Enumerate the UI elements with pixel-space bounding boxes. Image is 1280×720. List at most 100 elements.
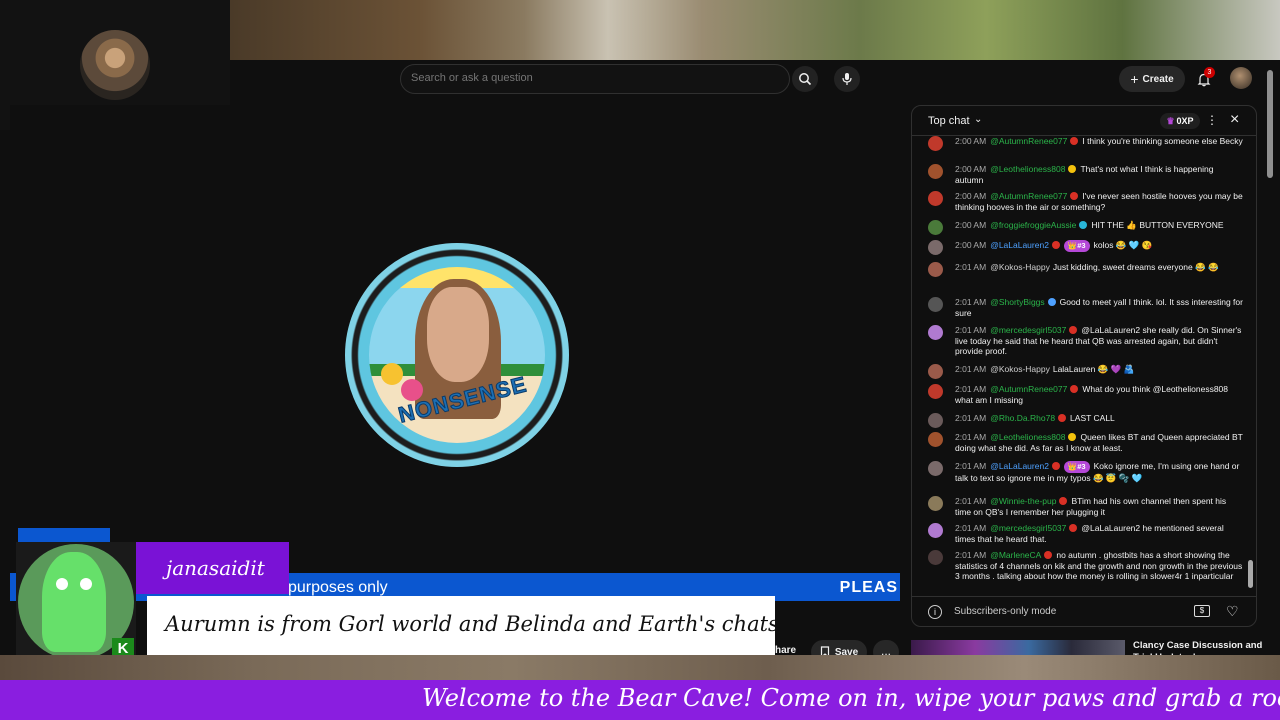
chat-message[interactable]: 2:00 AM @Leothelioness808 That's not what …	[928, 164, 1244, 185]
streamer-name-tag: janasaidit	[136, 542, 289, 594]
chat-timestamp: 2:01 AM	[955, 262, 987, 272]
chat-message[interactable]: 2:01 AM @MarleneCA no autumn . ghostbits h…	[928, 550, 1244, 582]
chat-timestamp: 2:01 AM	[955, 432, 987, 442]
chat-author-avatar[interactable]	[928, 136, 943, 151]
overlay-background-bottom	[0, 655, 1280, 680]
chat-message[interactable]: 2:00 AM @AutumnRenee077 I think you're thi…	[928, 136, 1244, 151]
chat-author-name[interactable]: @AutumnRenee077	[990, 136, 1067, 146]
page-scroll-thumb[interactable]	[1267, 70, 1273, 178]
chat-author-name[interactable]: @mercedesgirl5037	[990, 325, 1066, 335]
chat-message[interactable]: 2:01 AM @Kokos-Happy LalaLauren 😂 💜 🫂	[928, 364, 1244, 379]
plus-icon: +	[1130, 71, 1139, 87]
chat-message[interactable]: 2:01 AM @Winnie-the-pup BTim had his own c…	[928, 496, 1244, 517]
chat-message[interactable]: 2:01 AM @Kokos-Happy Just kidding, sweet d…	[928, 262, 1244, 277]
chat-timestamp: 2:01 AM	[955, 384, 987, 394]
chat-message-body: 2:01 AM @mercedesgirl5037 @LaLaLauren2 he …	[955, 523, 1244, 544]
more-vertical-icon[interactable]: ⋮	[1206, 113, 1218, 127]
chat-message[interactable]: 2:01 AM @AutumnRenee077 What do you think …	[928, 384, 1244, 405]
chat-timestamp: 2:00 AM	[955, 240, 987, 250]
stream-page: + Create 3 NONSENSE purposes only PLEAS	[0, 0, 1280, 720]
chat-author-avatar[interactable]	[928, 220, 943, 235]
page-scrollbar[interactable]	[1266, 64, 1274, 664]
avatar-character	[42, 552, 106, 652]
chat-message[interactable]: 2:01 AM @mercedesgirl5037 @LaLaLauren2 he …	[928, 523, 1244, 544]
create-button[interactable]: + Create	[1119, 66, 1185, 92]
chat-author-avatar[interactable]	[928, 191, 943, 206]
member-badge-icon	[1068, 165, 1077, 173]
xp-badge[interactable]: ♛ 0XP	[1160, 113, 1200, 129]
search-button[interactable]	[792, 66, 818, 92]
chat-author-avatar[interactable]	[928, 384, 943, 399]
member-badge-icon	[1051, 462, 1060, 470]
info-icon[interactable]: i	[928, 605, 942, 619]
chat-message[interactable]: 2:00 AM @LaLaLauren2 👑#3 kolos 😂 🩵 😘	[928, 240, 1244, 255]
super-chat-icon[interactable]: $	[1194, 605, 1210, 617]
voice-search-button[interactable]	[834, 66, 860, 92]
chat-message[interactable]: 2:01 AM @Rho.Da.Rho78 LAST CALL	[928, 413, 1244, 428]
chat-message-body: 2:00 AM @LaLaLauren2 👑#3 kolos 😂 🩵 😘	[955, 240, 1244, 252]
caption-text: Aurumn is from Gorl world and Belinda an…	[165, 612, 779, 636]
video-player[interactable]: NONSENSE purposes only PLEAS	[10, 105, 900, 605]
chat-message[interactable]: 2:01 AM @Leothelioness808 Queen likes BT a…	[928, 432, 1244, 453]
chat-message[interactable]: 2:01 AM @ShortyBiggs Good to meet yall I t…	[928, 297, 1244, 318]
chat-author-name[interactable]: @froggiefroggieAussie	[990, 220, 1076, 230]
chat-author-name[interactable]: @Leothelioness808	[990, 432, 1065, 442]
chat-author-name[interactable]: @ShortyBiggs	[990, 297, 1044, 307]
live-chat-panel: Top chat ⌄ ♛ 0XP ⋮ × 2:00 AM @AutumnRenee…	[911, 105, 1257, 627]
close-icon[interactable]: ×	[1230, 111, 1239, 129]
search-box[interactable]	[400, 64, 790, 94]
chat-message-body: 2:01 AM @Winnie-the-pup BTim had his own c…	[955, 496, 1244, 517]
chat-author-name[interactable]: @AutumnRenee077	[990, 191, 1067, 201]
search-input[interactable]	[411, 72, 771, 84]
notification-count-badge: 3	[1204, 67, 1215, 78]
chat-author-name[interactable]: @LaLaLauren2	[990, 461, 1049, 471]
banner-text-right: PLEAS	[839, 579, 898, 596]
chat-author-name[interactable]: @Rho.Da.Rho78	[990, 413, 1055, 423]
chat-message[interactable]: 2:01 AM @mercedesgirl5037 @LaLaLauren2 she…	[928, 325, 1244, 357]
chat-message[interactable]: 2:01 AM @LaLaLauren2 👑#3 Koko ignore me, I'…	[928, 461, 1244, 484]
chat-author-name[interactable]: @Winnie-the-pup	[990, 496, 1056, 506]
chat-message-body: 2:00 AM @AutumnRenee077 I think you're thi…	[955, 136, 1244, 147]
member-badge-icon	[1070, 385, 1079, 393]
chat-message[interactable]: 2:00 AM @AutumnRenee077 I've never seen ho…	[928, 191, 1244, 212]
chat-author-name[interactable]: @MarleneCA	[990, 550, 1041, 560]
chat-author-avatar[interactable]	[928, 461, 943, 476]
chat-author-avatar[interactable]	[928, 364, 943, 379]
chat-author-name[interactable]: @LaLaLauren2	[990, 240, 1049, 250]
caption-box: Aurumn is from Gorl world and Belinda an…	[147, 596, 779, 662]
chat-author-avatar[interactable]	[928, 240, 943, 255]
chat-author-name[interactable]: @mercedesgirl5037	[990, 523, 1066, 533]
chat-footer: i Subscribers-only mode $ ♡	[912, 596, 1256, 626]
heart-icon[interactable]: ♡	[1226, 603, 1239, 620]
chat-author-avatar[interactable]	[928, 496, 943, 511]
chat-author-avatar[interactable]	[928, 432, 943, 447]
user-avatar[interactable]	[1230, 67, 1252, 89]
chat-scroll-thumb[interactable]	[1248, 560, 1253, 588]
chat-author-avatar[interactable]	[928, 262, 943, 277]
chat-author-avatar[interactable]	[928, 413, 943, 428]
chat-author-avatar[interactable]	[928, 550, 943, 565]
chat-author-avatar[interactable]	[928, 164, 943, 179]
chat-timestamp: 2:01 AM	[955, 523, 987, 533]
chat-author-name[interactable]: @Kokos-Happy	[990, 262, 1050, 272]
chat-author-name[interactable]: @Kokos-Happy	[990, 364, 1050, 374]
member-badge-icon	[1044, 551, 1053, 559]
member-badge-icon	[1068, 433, 1077, 441]
notifications-button[interactable]: 3	[1193, 67, 1215, 90]
chat-timestamp: 2:01 AM	[955, 325, 987, 335]
chevron-down-icon[interactable]: ⌄	[974, 114, 982, 125]
chat-author-name[interactable]: @Leothelioness808	[990, 164, 1065, 174]
chat-message-body: 2:01 AM @Rho.Da.Rho78 LAST CALL	[955, 413, 1244, 424]
chat-author-avatar[interactable]	[928, 297, 943, 312]
logo-portrait: NONSENSE	[369, 267, 545, 443]
chat-author-avatar[interactable]	[928, 523, 943, 538]
chat-author-avatar[interactable]	[928, 325, 943, 340]
banner-text: purposes only	[288, 579, 388, 596]
chat-message-text: LalaLauren 😂 💜 🫂	[1052, 364, 1135, 374]
chat-mode-selector[interactable]: Top chat	[928, 115, 970, 127]
chat-author-name[interactable]: @AutumnRenee077	[990, 384, 1067, 394]
chat-scrollbar[interactable]	[1248, 142, 1253, 588]
member-badge-icon	[1058, 414, 1067, 422]
chat-timestamp: 2:01 AM	[955, 550, 987, 560]
chat-message[interactable]: 2:00 AM @froggiefroggieAussie HIT THE 👍 BU…	[928, 220, 1244, 235]
